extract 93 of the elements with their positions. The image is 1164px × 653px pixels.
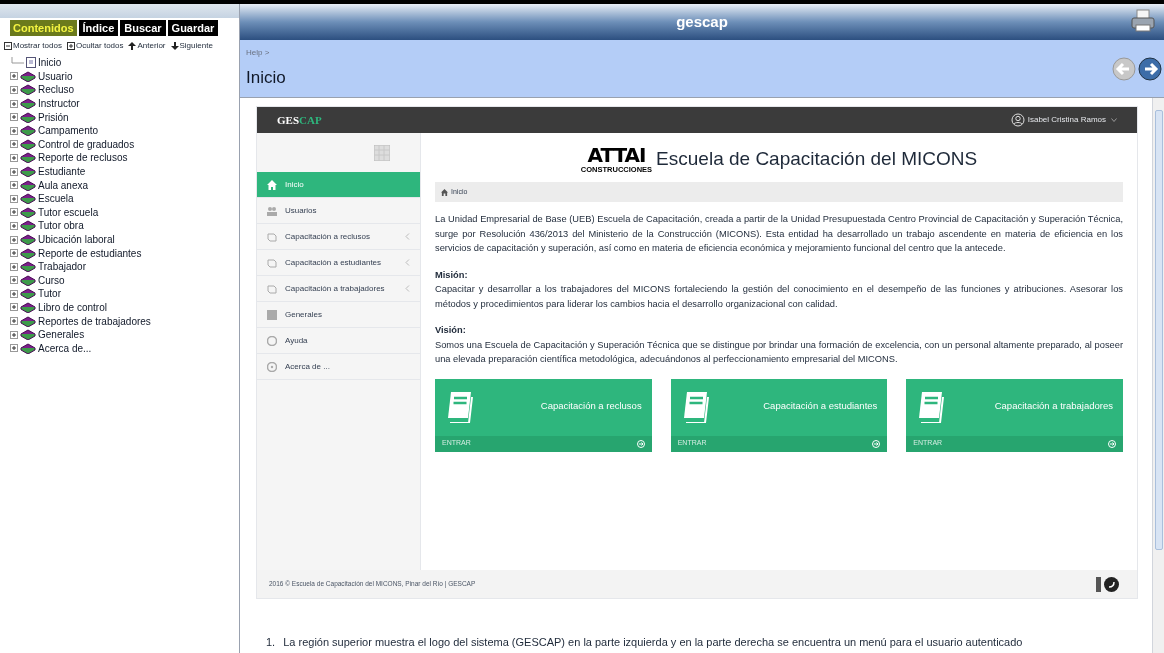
panel-tab[interactable]: Contenidos <box>10 20 77 36</box>
expand-icon[interactable] <box>10 153 18 162</box>
tree-item[interactable]: Aula anexa <box>38 177 89 193</box>
expand-icon[interactable] <box>10 344 18 353</box>
home-icon <box>267 179 277 190</box>
tree-item[interactable]: Ubicación laboral <box>38 232 115 247</box>
toolbar-button[interactable]: Anterior <box>128 40 166 52</box>
expand-icon[interactable] <box>10 330 18 339</box>
logo-icon <box>1104 576 1119 592</box>
printer-icon[interactable] <box>1130 8 1156 34</box>
panel-tab[interactable]: Guardar <box>167 20 219 36</box>
intro-paragraph: La Unidad Empresarial de Base (UEB) Escuela de Capacitación, creada a partir de la Unidad Presupuestada Centro Provincial de Capacitación y Superación Técnica, surge por Resolución 436/2013 del Ministerio de la Construcción (MICONS). Esta entidad ha desarrollado un trabajo ascendente en materia de eficiencia en los servicios de capacitación y superación, así como en materia de eficiencia económica y mejoramiento funcional del centro que la antecede. <box>435 213 1123 255</box>
tree-item[interactable]: Tutor escuela <box>38 204 99 220</box>
caret-icon <box>1111 118 1117 122</box>
panel-tab[interactable]: Buscar <box>120 20 166 36</box>
menu-item[interactable]: Capacitación a trabajadores <box>257 276 420 302</box>
menu-item[interactable]: Usuarios <box>257 198 420 224</box>
section-heading: Misión: <box>435 268 469 282</box>
expand-icon[interactable] <box>10 317 18 326</box>
school-title: Escuela de Capacitación del MICONS <box>656 147 978 172</box>
tree-item[interactable]: Recluso <box>38 82 75 98</box>
arrow-icon <box>128 42 137 50</box>
menu-item[interactable]: Capacitación a reclusos <box>257 224 420 250</box>
users-icon <box>267 205 277 216</box>
expand-icon[interactable] <box>10 99 18 108</box>
box-icon <box>66 42 75 50</box>
expand-icon[interactable] <box>10 235 18 244</box>
tree-item[interactable]: Escuela <box>38 191 74 207</box>
toolbar-button[interactable]: Ocultar todos <box>66 40 124 52</box>
arrow-icon <box>170 42 179 50</box>
menu-item[interactable]: Generales <box>257 302 420 328</box>
tree-item[interactable]: Instructor <box>38 96 80 112</box>
home-icon <box>441 188 448 196</box>
expand-icon[interactable] <box>10 194 18 203</box>
expand-icon[interactable] <box>10 72 18 81</box>
circle-arrow-icon <box>1108 439 1116 448</box>
help-icon <box>267 335 277 346</box>
expand-icon[interactable] <box>10 208 18 217</box>
expand-icon[interactable] <box>10 126 18 135</box>
page-title: Inicio <box>246 66 286 89</box>
menu-item[interactable]: Acerca de ... <box>257 354 420 380</box>
app-logo: GESCAP <box>277 112 322 128</box>
panel-tab[interactable]: Índice <box>78 20 119 36</box>
circle-arrow-icon <box>872 439 881 448</box>
card-title: Capacitación a reclusos <box>540 398 642 413</box>
bar-icon <box>1096 576 1101 592</box>
expand-icon[interactable] <box>10 276 18 285</box>
expand-icon[interactable] <box>10 221 18 230</box>
section-text: Capacitar y desarrollar a los trabajadores del MICONS fortaleciendo la gestión del conocimiento en el desempeño de las funciones y atribuciones. Asesorar los métodos y procedimientos para liderar los cambios hacia el desarrollo organizacional con calidad. <box>435 283 1123 311</box>
expand-icon[interactable] <box>10 167 18 176</box>
menu-item[interactable]: Ayuda <box>257 328 420 354</box>
box-icon <box>4 42 12 50</box>
tree-item[interactable]: Tutor obra <box>38 218 84 234</box>
tree-item[interactable]: Generales <box>38 327 85 343</box>
grid-icon <box>267 309 277 320</box>
tree-item[interactable]: Reporte de reclusos <box>38 150 128 166</box>
toolbar-button[interactable]: Mostrar todos <box>4 40 62 52</box>
list-number: 1. <box>266 635 276 650</box>
tree-item[interactable]: Campamento <box>38 123 99 139</box>
expand-icon[interactable] <box>10 113 18 122</box>
tree-item[interactable]: Reporte de estudiantes <box>38 245 142 261</box>
tree-item[interactable]: Trabajador <box>38 259 86 275</box>
section-heading: Visión: <box>435 324 467 337</box>
expand-icon[interactable] <box>10 289 18 298</box>
tree-item[interactable]: Curso <box>38 272 65 288</box>
menu-item[interactable]: Capacitación a estudiantes <box>257 250 420 276</box>
tree-item[interactable]: Usuario <box>38 68 73 84</box>
section-text: Somos una Escuela de Capacitación y Superación Técnica que se distingue por brindar una formación de excelencia, con un personal altamente preparado, al poseer una elevada preparación científica metodológica, adecuándonos al perfeccionamiento empresarial del MICONS. <box>435 338 1123 366</box>
toolbar-button[interactable]: Siguiente <box>170 40 213 52</box>
window-title: gescap <box>676 11 728 32</box>
tree-item[interactable]: Inicio <box>38 55 62 71</box>
expand-icon[interactable] <box>10 262 18 271</box>
user-menu[interactable]: Isabel Cristina Ramos <box>1010 113 1117 127</box>
expand-icon[interactable] <box>10 249 18 258</box>
tree-item[interactable]: Tutor <box>38 286 61 302</box>
expand-icon[interactable] <box>10 181 18 190</box>
scrollbar[interactable] <box>1152 98 1164 653</box>
user-icon <box>1010 113 1025 127</box>
tree-item[interactable]: Control de graduados <box>38 136 135 152</box>
expand-icon[interactable] <box>10 86 18 94</box>
tree-item[interactable]: Reportes de trabajadores <box>38 313 151 329</box>
note-text: La región superior muestra el logo del sistema (GESCAP) en la parte izquierda y en la parte derecha se encuentra un menú para el usuario autenticado <box>283 635 1023 650</box>
tree-item[interactable]: Prisión <box>38 109 69 125</box>
tree-item[interactable]: Acerca de... <box>38 340 92 356</box>
card-title: Capacitación a estudiantes <box>763 398 878 413</box>
tree-item[interactable]: Estudiante <box>38 164 86 180</box>
circle-arrow-icon <box>636 439 645 448</box>
expand-icon[interactable] <box>10 303 18 312</box>
card-title: Capacitación a trabajadores <box>994 398 1113 413</box>
page-icon <box>26 57 36 69</box>
tree-item[interactable]: Libro de control <box>38 300 107 315</box>
info-icon <box>267 361 277 372</box>
expand-icon[interactable] <box>10 140 18 149</box>
